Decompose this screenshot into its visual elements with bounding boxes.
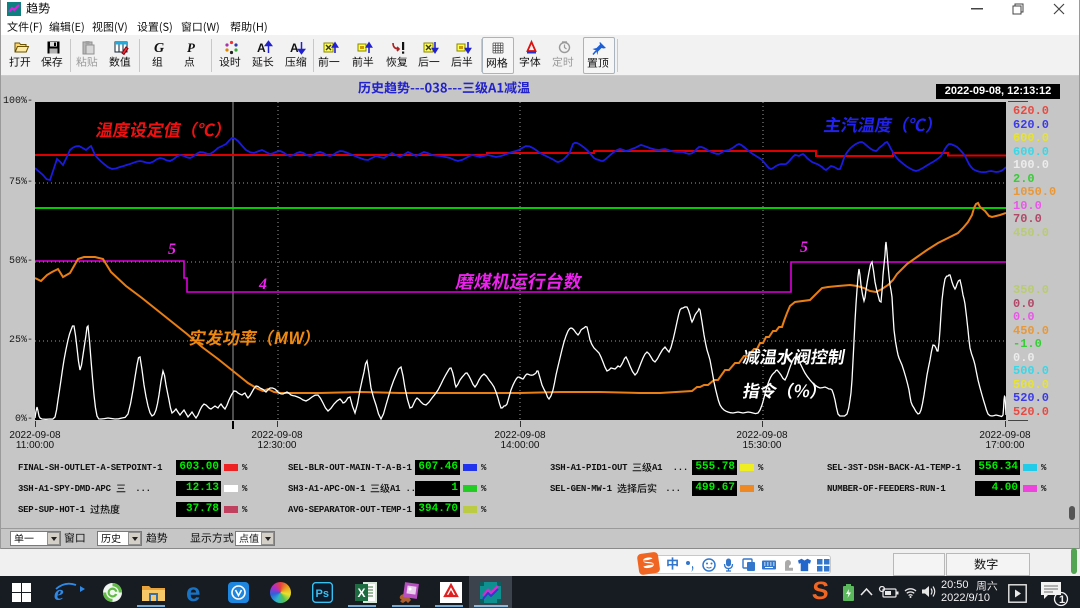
svg-text:e: e [54,580,64,604]
svg-text:X: X [358,586,366,600]
svg-text:1: 1 [1059,594,1065,606]
svg-text:A: A [257,41,266,55]
svg-text:A: A [290,41,299,55]
svg-text:Ps: Ps [316,588,329,600]
